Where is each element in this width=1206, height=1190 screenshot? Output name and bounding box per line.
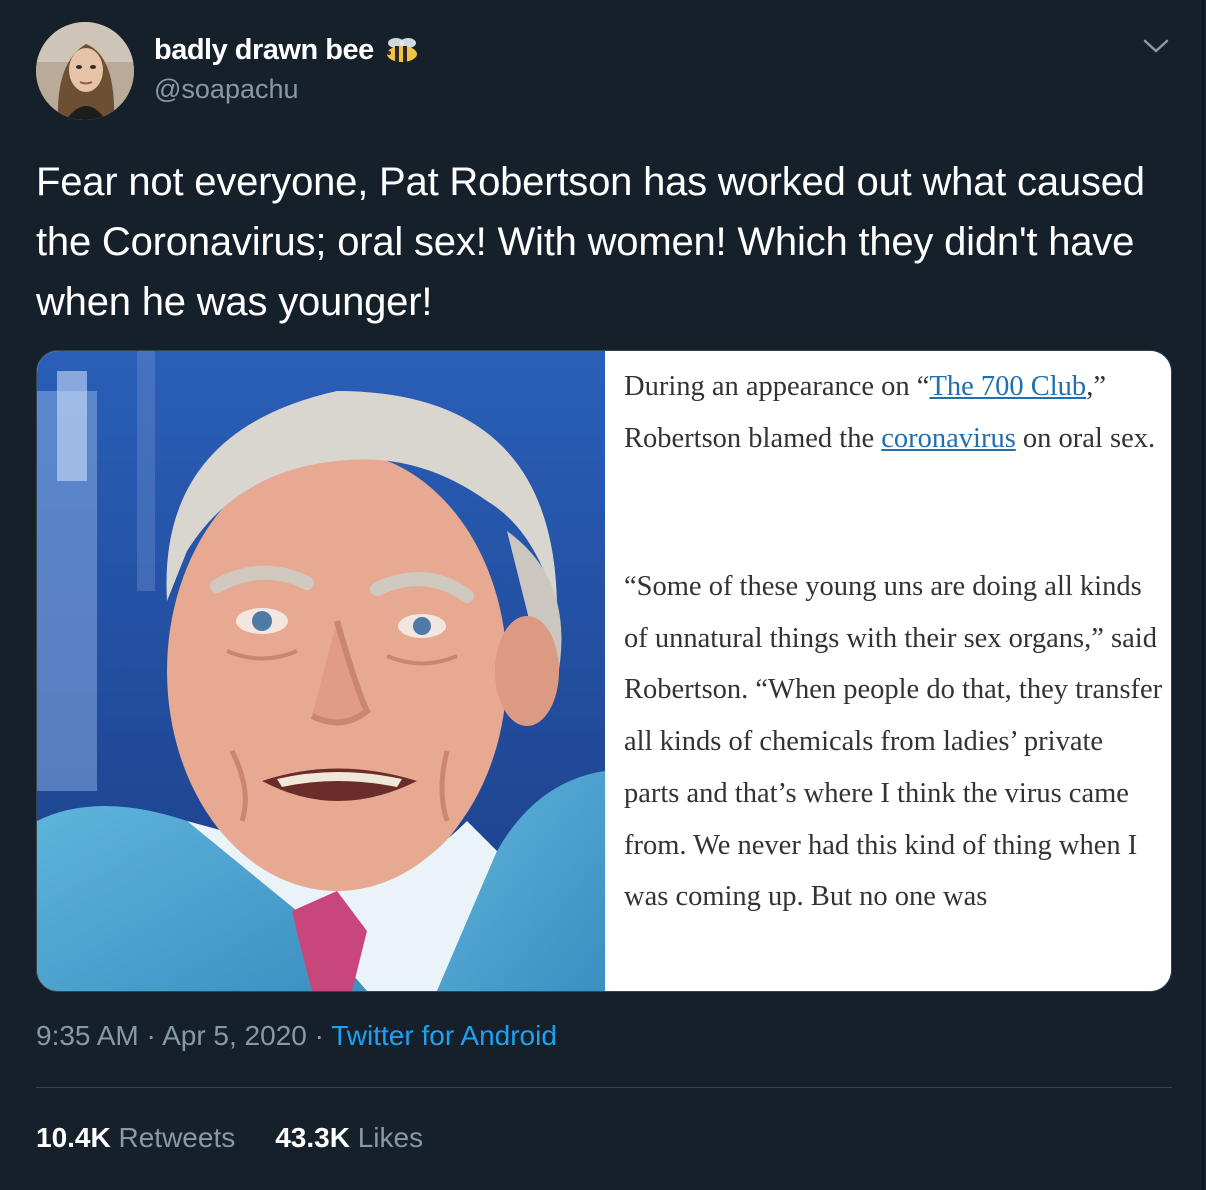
link-coronavirus[interactable]: coronavirus (881, 423, 1016, 454)
tweet-media[interactable]: During an appearance on “The 700 Club,” … (36, 350, 1172, 992)
window-edge (1202, 0, 1204, 1190)
robertson-photo[interactable] (37, 351, 605, 991)
divider (36, 1087, 1172, 1088)
tweet-text: Fear not everyone, Pat Robertson has wor… (36, 160, 1145, 324)
avatar[interactable] (36, 22, 134, 120)
tweet-meta: 9:35 AM · Apr 5, 2020 · Twitter for Andr… (36, 1020, 557, 1051)
retweets-count: 10.4K (36, 1122, 111, 1153)
bee-icon (384, 36, 420, 66)
tweet-date[interactable]: Apr 5, 2020 (162, 1020, 307, 1051)
article-screenshot: During an appearance on “The 700 Club,” … (607, 351, 1171, 991)
tweet-time[interactable]: 9:35 AM (36, 1020, 139, 1051)
tweet: badly drawn bee @soapachu Fear not every… (0, 0, 1206, 1190)
likes-label: Likes (357, 1122, 424, 1153)
chevron-down-icon[interactable] (1142, 36, 1170, 56)
avatar-image (36, 22, 134, 120)
author-display-name[interactable]: badly drawn bee (154, 34, 374, 67)
link-the-700-club[interactable]: The 700 Club (929, 371, 1086, 402)
author-handle[interactable]: @soapachu (154, 74, 299, 105)
tweet-source[interactable]: Twitter for Android (331, 1020, 557, 1051)
retweets-stat[interactable]: 10.4K Retweets (36, 1122, 235, 1154)
likes-count: 43.3K (275, 1122, 350, 1153)
likes-stat[interactable]: 43.3K Likes (275, 1122, 423, 1154)
retweets-label: Retweets (118, 1122, 236, 1153)
article-paragraph-2: “Some of these young uns are doing all k… (624, 571, 1163, 913)
tweet-stats: 10.4K Retweets 43.3K Likes (36, 1122, 463, 1154)
author-name-row: badly drawn bee (154, 34, 420, 67)
article-paragraph-1: During an appearance on “The 700 Club,” … (624, 371, 1156, 454)
